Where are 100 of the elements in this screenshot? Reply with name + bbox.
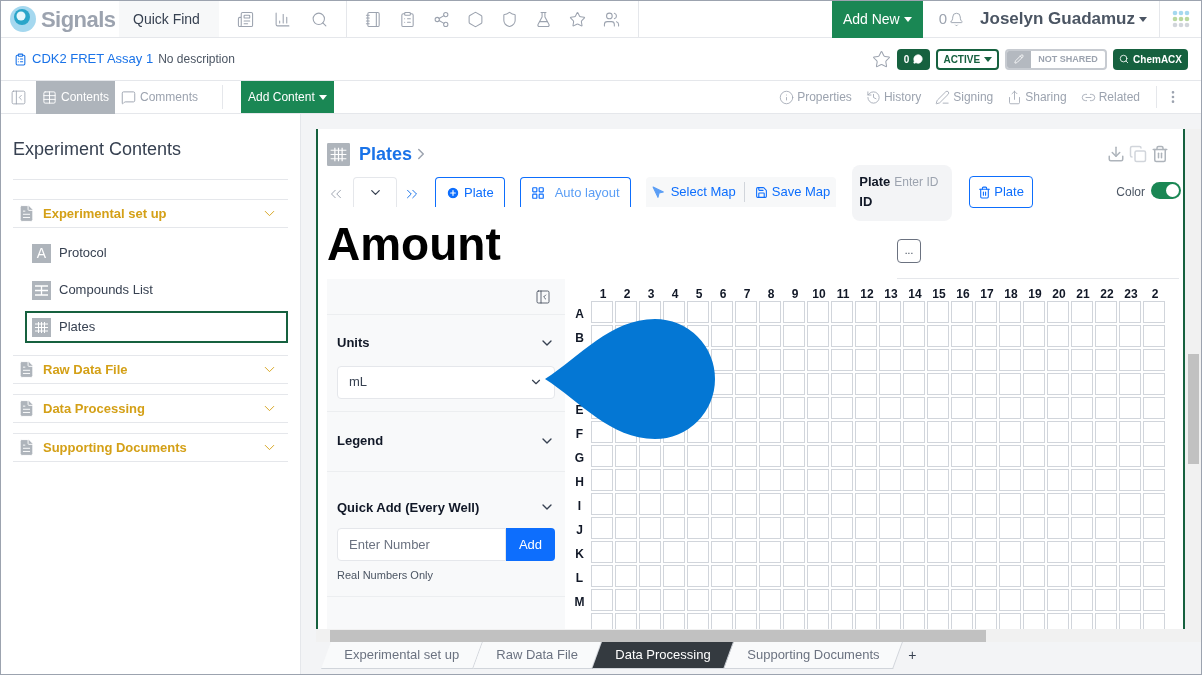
comments-count-button[interactable]: 0 xyxy=(896,48,931,70)
star-icon[interactable] xyxy=(569,10,586,28)
plate-well[interactable] xyxy=(663,301,685,323)
document-icon xyxy=(17,360,36,379)
add-content-button[interactable]: Add Content xyxy=(241,81,334,113)
save-map-button[interactable]: Save Map xyxy=(744,182,831,202)
document-icon xyxy=(17,204,36,223)
status-dropdown[interactable]: ACTIVE xyxy=(936,48,1000,70)
text-item-icon: A xyxy=(32,243,51,263)
contents-item[interactable]: Compounds List xyxy=(25,274,288,306)
users-icon[interactable] xyxy=(603,10,620,28)
contents-item[interactable]: A Protocol xyxy=(25,237,288,269)
network-icon[interactable] xyxy=(433,10,450,28)
section-header[interactable]: Data Processing xyxy=(13,394,288,423)
favorite-star-icon[interactable] xyxy=(871,49,891,69)
notebook-page-icon xyxy=(14,52,27,66)
experiment-title[interactable]: CDK2 FRET Assay 1 xyxy=(32,49,154,69)
clipboard-icon[interactable] xyxy=(399,10,416,28)
horizontal-scrollbar[interactable] xyxy=(316,629,1201,642)
row-label: H xyxy=(575,475,584,489)
toolbar-action[interactable]: Signing xyxy=(935,88,994,106)
quick-find-field[interactable]: Quick Find xyxy=(119,1,219,37)
search-icon xyxy=(1119,54,1130,64)
column-label: 2 xyxy=(623,287,631,301)
apps-icon[interactable] xyxy=(1171,10,1190,28)
row-label: J xyxy=(576,523,583,537)
auto-layout-button[interactable]: Auto layout xyxy=(519,177,631,207)
section-header[interactable]: Supporting Documents xyxy=(13,433,288,462)
plate-select-dropdown[interactable] xyxy=(353,177,397,207)
add-sheet-button[interactable]: + xyxy=(908,642,917,669)
copy-icon[interactable] xyxy=(1129,145,1147,163)
shield-icon[interactable] xyxy=(501,10,518,28)
add-plate-button[interactable]: Plate xyxy=(435,177,505,207)
user-menu[interactable]: Joselyn Guadamuz xyxy=(980,6,1159,32)
column-label: 4 xyxy=(671,287,679,301)
pencil-icon xyxy=(1014,54,1025,64)
plate-icon xyxy=(327,142,350,166)
bell-icon[interactable] xyxy=(949,11,965,27)
column-label: 12 xyxy=(860,287,874,301)
add-button[interactable]: Add xyxy=(506,528,555,561)
search-icon[interactable] xyxy=(311,10,328,28)
plates-title[interactable]: Plates xyxy=(359,140,413,168)
column-label: 14 xyxy=(908,287,922,301)
notebook-icon[interactable] xyxy=(365,10,382,28)
color-toggle[interactable] xyxy=(1151,182,1181,199)
caret-icon xyxy=(903,16,912,22)
plate-id-field[interactable]: Enter ID xyxy=(894,172,947,192)
plate-id-label: Plate ID xyxy=(859,173,891,211)
delete-icon[interactable] xyxy=(1151,145,1169,163)
section-header[interactable]: Experimental set up xyxy=(13,199,288,228)
column-label: 6 xyxy=(719,287,727,301)
sheet-tab[interactable]: Supporting Documents xyxy=(724,642,904,669)
contents-item[interactable]: Plates xyxy=(25,311,288,343)
newspaper-icon[interactable] xyxy=(237,10,254,28)
select-map-button[interactable]: Select Map xyxy=(651,182,745,202)
sharing-control[interactable]: NOT SHARED xyxy=(1005,48,1108,70)
units-dropdown[interactable]: mL xyxy=(337,365,555,399)
vertical-scrollbar[interactable] xyxy=(1185,129,1201,629)
row-label: M xyxy=(574,595,585,609)
toolbar-action[interactable]: Sharing xyxy=(1007,88,1067,106)
add-new-button[interactable]: Add New xyxy=(831,1,923,38)
section-header[interactable]: Raw Data File xyxy=(13,355,288,384)
document-icon xyxy=(17,399,36,418)
pointer-icon xyxy=(651,185,665,199)
bar-chart-icon[interactable] xyxy=(274,10,291,28)
more-button[interactable]: ... xyxy=(897,239,921,263)
share-icon xyxy=(1007,89,1023,105)
toolbar-action[interactable]: Related xyxy=(1080,88,1140,106)
color-toggle-label: Color xyxy=(1116,184,1145,201)
download-icon[interactable] xyxy=(1107,145,1125,163)
row-label: I xyxy=(577,499,582,513)
column-label: 19 xyxy=(1028,287,1042,301)
number-input-field[interactable]: Enter Number xyxy=(337,528,506,561)
column-label: 18 xyxy=(1004,287,1018,301)
sheet-tab[interactable]: Raw Data File xyxy=(473,642,602,669)
column-label: 23 xyxy=(1124,287,1138,301)
delete-plate-button[interactable]: Plate xyxy=(969,176,1033,208)
view-tab[interactable]: Comments xyxy=(115,80,205,114)
legend-label: Legend xyxy=(337,432,384,451)
collapse-panel-icon[interactable] xyxy=(535,288,551,305)
plus-circle-icon xyxy=(446,185,460,200)
toolbar-action[interactable]: Properties xyxy=(779,88,852,106)
sheet-tab[interactable]: Experimental set up xyxy=(321,642,483,669)
row-label: L xyxy=(575,571,584,585)
units-label: Units xyxy=(337,334,370,352)
document-icon xyxy=(17,438,36,457)
plate-well[interactable] xyxy=(711,349,733,371)
info-icon xyxy=(779,89,795,105)
toolbar-action[interactable]: History xyxy=(865,88,922,106)
signature-icon xyxy=(935,89,951,105)
table-icon xyxy=(42,89,57,105)
chemacx-search-button[interactable]: ChemACX xyxy=(1113,48,1188,70)
sheet-tab[interactable]: Data Processing xyxy=(591,642,734,669)
brand-name: Signals xyxy=(41,5,116,34)
hexagon-icon[interactable] xyxy=(467,10,484,28)
plate-well[interactable] xyxy=(591,421,613,443)
flask-icon[interactable] xyxy=(535,10,552,28)
column-label: 11 xyxy=(836,287,850,301)
row-label: B xyxy=(575,331,584,345)
collapse-sidebar-icon[interactable] xyxy=(10,88,27,106)
